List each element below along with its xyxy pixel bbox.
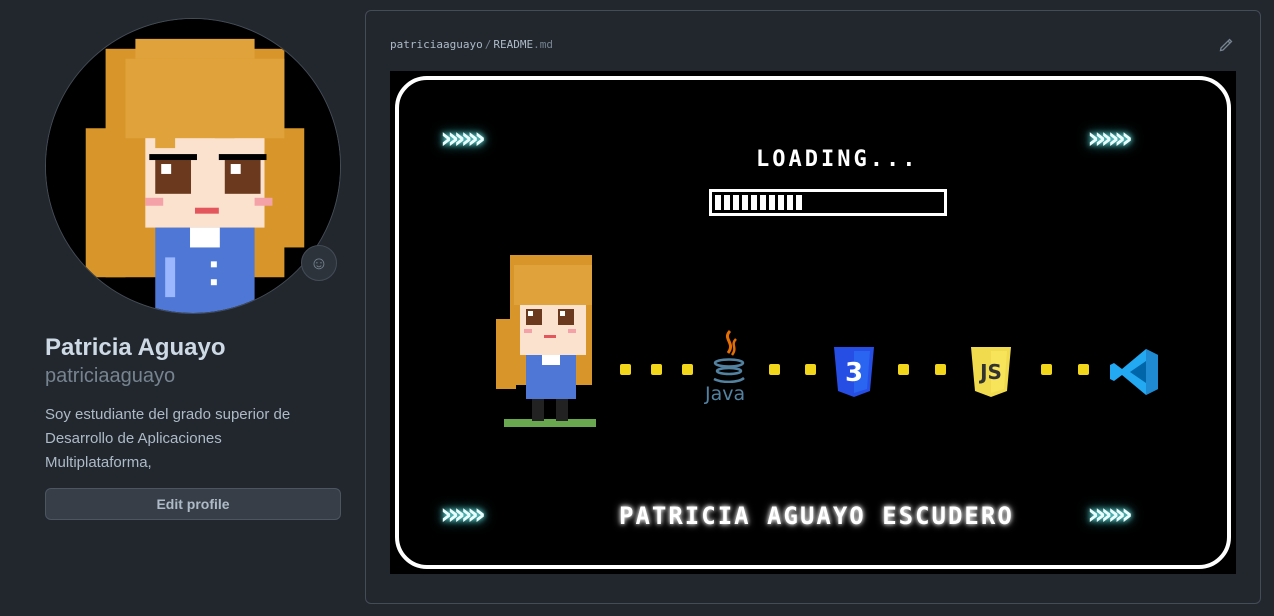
progress-segment	[760, 195, 766, 210]
progress-segment	[787, 195, 793, 210]
path-dot	[620, 364, 631, 375]
js-icon: JS	[971, 347, 1011, 397]
readme-path: patriciaaguayo / README.md	[390, 38, 553, 51]
loading-progress-fill	[715, 195, 941, 210]
pencil-icon[interactable]	[1218, 37, 1234, 53]
progress-segment	[715, 195, 721, 210]
path-dot	[682, 364, 693, 375]
arrows-bottom-left: »»»	[440, 497, 486, 532]
java-icon	[713, 329, 745, 383]
avatar[interactable]	[45, 18, 341, 314]
loading-text: LOADING...	[756, 147, 919, 172]
progress-segment	[769, 195, 775, 210]
progress-segment	[733, 195, 739, 210]
path-dot	[1041, 364, 1052, 375]
arrows-bottom-right: »»»	[1087, 497, 1133, 532]
js-glyph: JS	[978, 360, 1002, 384]
css3-icon: 3	[834, 347, 874, 397]
progress-segment	[724, 195, 730, 210]
profile-bio: Soy estudiante del grado superior de Des…	[45, 406, 291, 471]
readme-card: patriciaaguayo / README.md »»» »»» »»» »»»…	[365, 10, 1261, 604]
pixel-girl-avatar-image	[46, 19, 340, 313]
path-dot	[651, 364, 662, 375]
avatar-container: ☺	[45, 18, 341, 314]
progress-segment	[751, 195, 757, 210]
readme-owner-link[interactable]: patriciaaguayo	[390, 38, 483, 51]
profile-username: patriciaaguayo	[45, 365, 176, 387]
banner-fullname: PATRICIA AGUAYO ESCUDERO	[619, 502, 1014, 530]
arrows-top-left: »»»	[440, 121, 486, 156]
profile-fullname: Patricia Aguayo	[45, 334, 226, 361]
java-label: Java	[705, 383, 746, 405]
smiley-icon: ☺	[309, 252, 329, 273]
progress-segment	[778, 195, 784, 210]
path-dot	[898, 364, 909, 375]
set-status-button[interactable]: ☺	[301, 245, 337, 281]
progress-segment	[742, 195, 748, 210]
arrows-top-right: »»»	[1087, 121, 1133, 156]
edit-profile-button[interactable]: Edit profile	[45, 488, 341, 520]
path-separator: /	[484, 38, 492, 51]
pixel-girl-sprite	[496, 255, 596, 427]
readme-banner-image: »»» »»» »»» »»» LOADING... Java 3 JS PAT…	[390, 71, 1236, 574]
path-dot	[1078, 364, 1089, 375]
css3-glyph: 3	[845, 358, 863, 388]
progress-segment	[796, 195, 802, 210]
vscode-icon	[1110, 349, 1158, 395]
path-dot	[805, 364, 816, 375]
readme-file-link[interactable]: README	[493, 38, 533, 51]
profile-sidebar: ☺ Patricia Aguayo patriciaaguayo Soy est…	[45, 18, 341, 520]
loading-progress-bar	[709, 189, 947, 216]
path-dot	[769, 364, 780, 375]
path-dot	[935, 364, 946, 375]
readme-file-ext: .md	[533, 38, 553, 51]
